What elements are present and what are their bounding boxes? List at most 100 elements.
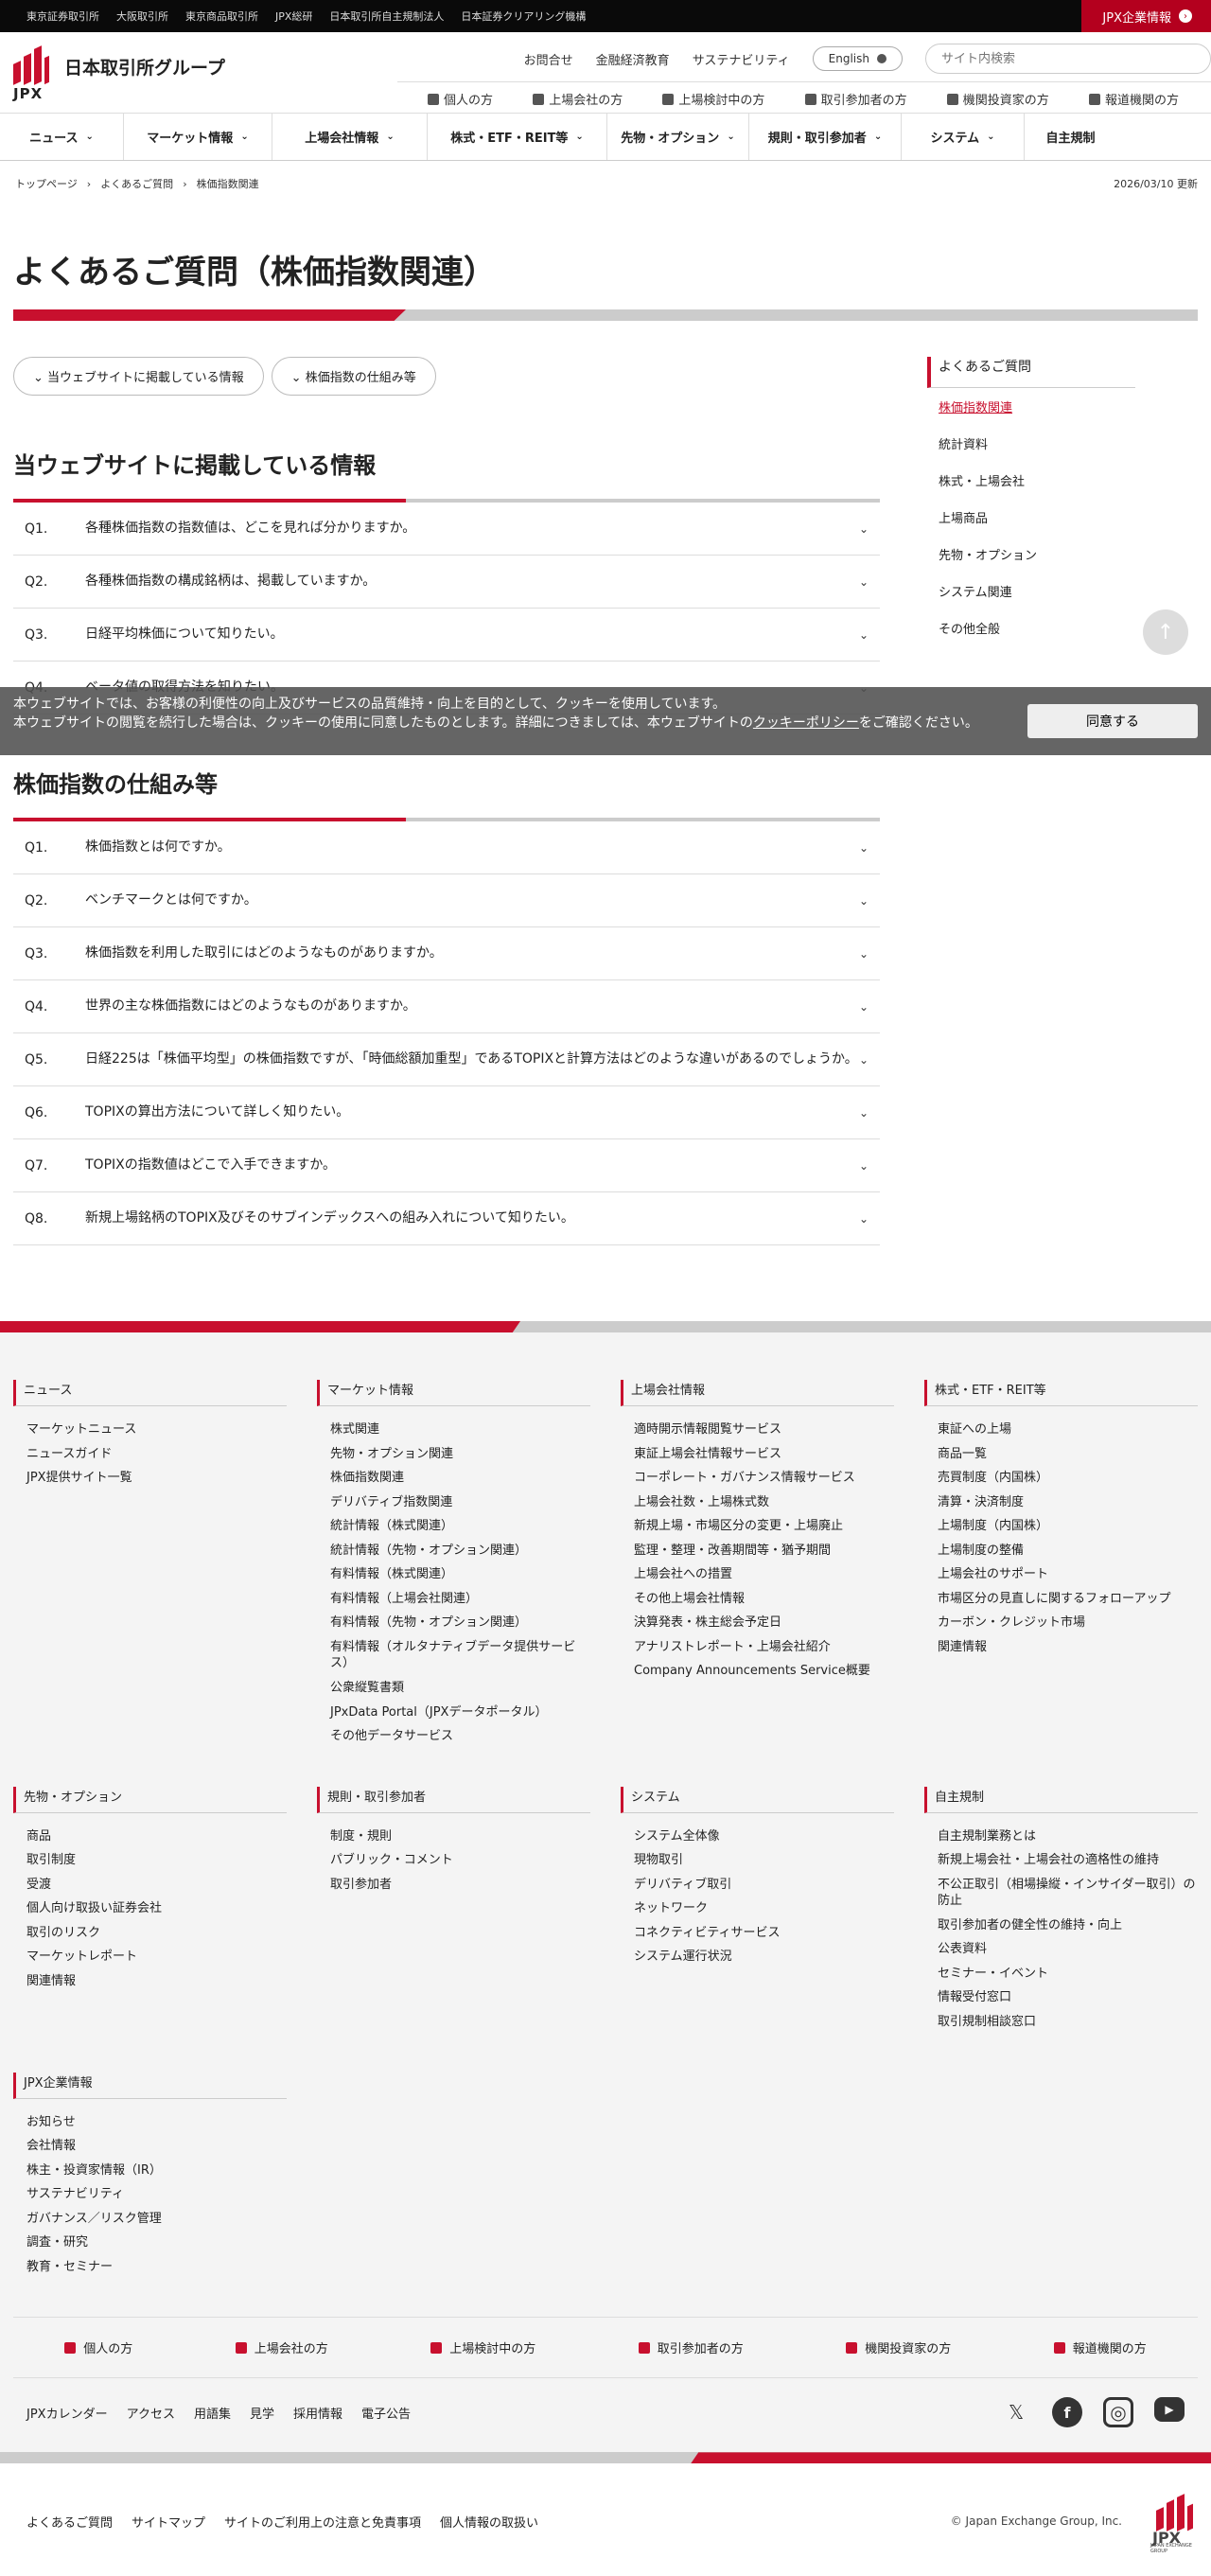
footer-link[interactable]: 株主・投資家情報（IR） <box>13 2159 287 2183</box>
x-twitter-icon[interactable]: 𝕏 <box>1001 2397 1031 2427</box>
footer-link[interactable]: マーケットニュース <box>13 1418 287 1442</box>
faq-item[interactable]: Q6. TOPIXの算出方法について詳しく知りたい。 ⌄ <box>13 1086 880 1139</box>
sidebar-item[interactable]: 株式・上場会社 <box>927 462 1135 499</box>
footer-link[interactable]: システム運行状況 <box>621 1945 894 1969</box>
footer-link[interactable]: 取引規制相談窓口 <box>924 2010 1198 2035</box>
back-to-top-button[interactable]: ↑ <box>1143 609 1188 655</box>
footer-audience-link[interactable]: 個人の方 <box>64 2338 132 2356</box>
faq-item[interactable]: Q4. 世界の主な株価指数にはどのようなものがありますか。 ⌄ <box>13 980 880 1033</box>
footer-column-title[interactable]: 自主規制 <box>924 1786 1198 1813</box>
footer-link[interactable]: 取引制度 <box>13 1848 287 1873</box>
footer-column-title[interactable]: 上場会社情報 <box>621 1380 894 1406</box>
footer-link[interactable]: 東証への上場 <box>924 1418 1198 1442</box>
footer-link[interactable]: 個人向け取扱い証券会社 <box>13 1897 287 1921</box>
footer-link[interactable]: 有料情報（株式関連） <box>317 1562 590 1587</box>
footer-link[interactable]: 取引参加者 <box>317 1873 590 1897</box>
footer-link[interactable]: 売買制度（内国株） <box>924 1466 1198 1491</box>
footer-link[interactable]: 東証上場会社情報サービス <box>621 1442 894 1467</box>
footer-link[interactable]: ニュースガイド <box>13 1442 287 1467</box>
footer-link[interactable]: デリバティブ取引 <box>621 1873 894 1897</box>
footer-link[interactable]: 教育・セミナー <box>13 2255 287 2280</box>
faq-item[interactable]: Q1. 各種株価指数の指数値は、どこを見れば分かりますか。 ⌄ <box>13 503 880 556</box>
audience-link[interactable]: 上場会社の方 <box>533 90 623 108</box>
faq-item[interactable]: Q5. 日経225は「株価平均型」の株価指数ですが、「時価総額加重型」であるTOP… <box>13 1033 880 1086</box>
faq-item[interactable]: Q3. 株価指数を利用した取引にはどのようなものがありますか。 ⌄ <box>13 927 880 980</box>
site-logo[interactable]: JPX 日本取引所グループ <box>13 44 225 102</box>
footer-link[interactable]: セミナー・イベント <box>924 1962 1198 1986</box>
footer-link[interactable]: 自主規制業務とは <box>924 1825 1198 1849</box>
footer-column-title[interactable]: JPX企業情報 <box>13 2072 287 2099</box>
footer-link[interactable]: 取引のリスク <box>13 1921 287 1946</box>
footer-link[interactable]: サステナビリティ <box>13 2182 287 2207</box>
footer-bottom-link[interactable]: サイトマップ <box>132 2516 205 2531</box>
footer-column-title[interactable]: ニュース <box>13 1380 287 1406</box>
footer-link[interactable]: カーボン・クレジット市場 <box>924 1611 1198 1635</box>
footer-link[interactable]: コーポレート・ガバナンス情報サービス <box>621 1466 894 1491</box>
gnav-item[interactable]: システム ⌄ <box>902 114 1025 160</box>
footer-link[interactable]: 関連情報 <box>924 1635 1198 1660</box>
footer-column-title[interactable]: 先物・オプション <box>13 1786 287 1813</box>
audience-link[interactable]: 上場検討中の方 <box>662 90 764 108</box>
facebook-icon[interactable]: f <box>1052 2397 1082 2428</box>
footer-link[interactable]: 受渡 <box>13 1873 287 1897</box>
footer-link[interactable]: その他上場会社情報 <box>621 1587 894 1612</box>
footer-link[interactable]: システム全体像 <box>621 1825 894 1849</box>
footer-link[interactable]: 株式関連 <box>317 1418 590 1442</box>
audience-link[interactable]: 個人の方 <box>428 90 493 108</box>
footer-link[interactable]: 取引参加者の健全性の維持・向上 <box>924 1914 1198 1938</box>
footer-link[interactable]: マーケットレポート <box>13 1945 287 1969</box>
footer-link[interactable]: 公衆縦覧書類 <box>317 1676 590 1701</box>
sidebar-item[interactable]: 上場商品 <box>927 499 1135 536</box>
footer-link[interactable]: 清算・決済制度 <box>924 1491 1198 1515</box>
footer-link[interactable]: 決算発表・株主総会予定日 <box>621 1611 894 1635</box>
footer-link[interactable]: デリバティブ指数関連 <box>317 1491 590 1515</box>
instagram-icon[interactable]: ◎ <box>1103 2397 1133 2428</box>
footer-link[interactable]: 新規上場会社・上場会社の適格性の維持 <box>924 1848 1198 1873</box>
gnav-item[interactable]: マーケット情報 ⌄ <box>124 114 272 160</box>
jpx-corporate-link[interactable]: JPX企業情報 › <box>1081 0 1211 32</box>
exchange-link[interactable]: 大阪取引所 <box>116 9 168 24</box>
footer-link[interactable]: 新規上場・市場区分の変更・上場廃止 <box>621 1514 894 1539</box>
footer-link[interactable]: その他データサービス <box>317 1724 590 1749</box>
footer-link[interactable]: 有料情報（オルタナティブデータ提供サービス） <box>317 1635 590 1676</box>
footer-link[interactable]: Company Announcements Service概要 <box>621 1659 894 1684</box>
contact-link[interactable]: お問合せ <box>524 50 573 68</box>
accept-cookie-button[interactable]: 同意する <box>1027 704 1198 738</box>
financial-education-link[interactable]: 金融経済教育 <box>596 50 670 68</box>
footer-column-title[interactable]: 規則・取引参加者 <box>317 1786 590 1813</box>
faq-item[interactable]: Q2. ベンチマークとは何ですか。 ⌄ <box>13 874 880 927</box>
gnav-item[interactable]: 自主規制 <box>1025 114 1116 160</box>
footer-link[interactable]: 公表資料 <box>924 1937 1198 1962</box>
footer-link[interactable]: 株価指数関連 <box>317 1466 590 1491</box>
site-search-input[interactable] <box>925 44 1211 74</box>
footer-column-title[interactable]: マーケット情報 <box>317 1380 590 1406</box>
footer-link[interactable]: 監理・整理・改善期間等・猶予期間 <box>621 1539 894 1563</box>
footer-sub-link[interactable]: JPXカレンダー <box>26 2408 108 2422</box>
faq-item[interactable]: Q3. 日経平均株価について知りたい。 ⌄ <box>13 609 880 662</box>
footer-link[interactable]: お知らせ <box>13 2110 287 2135</box>
footer-link[interactable]: 制度・規則 <box>317 1825 590 1849</box>
gnav-item[interactable]: 株式・ETF・REIT等 ⌄ <box>428 114 607 160</box>
gnav-item[interactable]: 上場会社情報 ⌄ <box>272 114 428 160</box>
exchange-link[interactable]: 日本取引所自主規制法人 <box>329 9 444 24</box>
sustainability-link[interactable]: サステナビリティ <box>693 50 790 68</box>
sidebar-item[interactable]: 株価指数関連 <box>927 388 1135 425</box>
footer-sub-link[interactable]: アクセス <box>127 2408 175 2422</box>
gnav-item[interactable]: 規則・取引参加者 ⌄ <box>749 114 902 160</box>
footer-audience-link[interactable]: 機関投資家の方 <box>846 2338 951 2356</box>
footer-link[interactable]: 有料情報（上場会社関連） <box>317 1587 590 1612</box>
sidebar-item[interactable]: 先物・オプション <box>927 536 1135 573</box>
footer-sub-link[interactable]: 見学 <box>250 2408 274 2422</box>
footer-link[interactable]: 統計情報（先物・オプション関連） <box>317 1539 590 1563</box>
footer-link[interactable]: 商品一覧 <box>924 1442 1198 1467</box>
faq-item[interactable]: Q2. 各種株価指数の構成銘柄は、掲載していますか。 ⌄ <box>13 556 880 609</box>
audience-link[interactable]: 報道機関の方 <box>1088 90 1179 108</box>
footer-audience-link[interactable]: 報道機関の方 <box>1053 2338 1147 2356</box>
footer-link[interactable]: 適時開示情報閲覧サービス <box>621 1418 894 1442</box>
sidebar-item[interactable]: その他全般 <box>927 609 1135 646</box>
footer-column-title[interactable]: システム <box>621 1786 894 1813</box>
english-button[interactable]: English <box>812 46 903 71</box>
footer-link[interactable]: 上場制度（内国株） <box>924 1514 1198 1539</box>
footer-bottom-link[interactable]: サイトのご利用上の注意と免責事項 <box>224 2516 421 2531</box>
exchange-link[interactable]: 東京商品取引所 <box>185 9 258 24</box>
